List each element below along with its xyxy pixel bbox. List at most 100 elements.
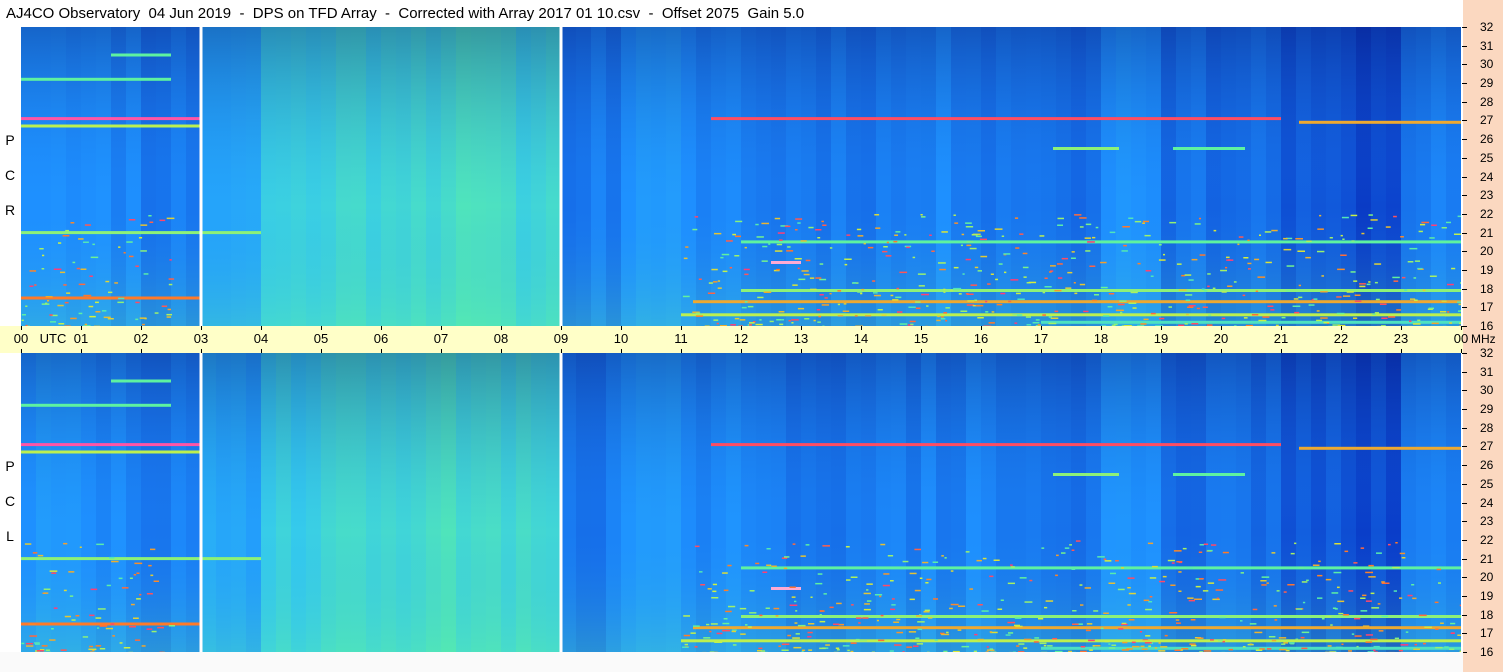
freq-tick-mark: [1462, 232, 1467, 234]
signal-speckle: [1057, 217, 1064, 220]
signal-speckle: [1370, 219, 1378, 221]
signal-speckle: [1005, 634, 1011, 636]
signal-speckle: [21, 314, 26, 316]
signal-speckle: [88, 305, 94, 308]
signal-speckle: [922, 561, 929, 564]
signal-speckle: [1044, 286, 1052, 288]
utc-tick-label: 10: [613, 331, 629, 346]
signal-speckle: [1041, 547, 1045, 549]
signal-speckle: [969, 247, 977, 250]
signal-speckle: [1342, 238, 1345, 240]
signal-speckle: [105, 627, 113, 630]
signal-speckle: [729, 267, 733, 269]
utc-tick-label: 12: [733, 331, 749, 346]
freq-tick-mark: [1462, 633, 1467, 635]
signal-speckle: [49, 314, 53, 316]
utc-tick-label: 09: [553, 331, 569, 346]
signal-speckle: [146, 593, 153, 595]
interference-band: [1053, 473, 1119, 476]
signal-speckle: [1458, 310, 1461, 312]
signal-speckle: [844, 258, 852, 260]
signal-speckle: [83, 294, 92, 297]
signal-speckle: [1022, 266, 1029, 269]
freq-tick-mark: [1462, 64, 1467, 66]
signal-speckle: [1107, 306, 1113, 308]
polarization-letter: L: [6, 528, 14, 544]
freq-tick-label: 16: [1480, 645, 1494, 659]
signal-speckle: [95, 617, 102, 619]
signal-speckle: [890, 608, 896, 611]
signal-speckle: [966, 241, 974, 243]
signal-speckle: [1292, 305, 1301, 307]
signal-speckle: [1199, 217, 1201, 220]
signal-speckle: [994, 228, 1003, 230]
signal-speckle: [925, 582, 929, 584]
signal-speckle: [1396, 309, 1401, 311]
signal-speckle: [41, 268, 45, 270]
signal-speckle: [695, 315, 703, 317]
signal-speckle: [1203, 290, 1208, 292]
signal-speckle: [1413, 277, 1417, 279]
signal-speckle: [112, 635, 115, 637]
signal-speckle: [1227, 285, 1233, 287]
signal-speckle: [1127, 587, 1131, 589]
signal-speckle: [722, 629, 730, 632]
signal-speckle: [1459, 322, 1461, 324]
signal-speckle: [882, 584, 890, 587]
signal-speckle: [792, 637, 800, 639]
freq-tick-mark: [1462, 251, 1467, 253]
signal-speckle: [1435, 646, 1443, 649]
signal-speckle: [865, 315, 872, 317]
signal-speckle: [1024, 638, 1032, 641]
signal-speckle: [80, 268, 87, 270]
signal-speckle: [1261, 584, 1267, 586]
signal-speckle: [1197, 637, 1204, 639]
signal-speckle: [940, 318, 946, 320]
signal-speckle: [866, 589, 869, 591]
signal-speckle: [111, 560, 119, 563]
signal-speckle: [166, 313, 172, 316]
signal-speckle: [1218, 579, 1227, 581]
signal-speckle: [1414, 260, 1420, 262]
signal-speckle: [1039, 235, 1045, 237]
freq-tick-mark: [1462, 101, 1467, 103]
signal-speckle: [1191, 644, 1197, 647]
signal-speckle: [1225, 266, 1228, 269]
signal-speckle: [761, 260, 768, 262]
utc-tick-label: 03: [193, 331, 209, 346]
signal-speckle: [1048, 316, 1052, 318]
signal-speckle: [1393, 215, 1397, 218]
freq-tick-mark: [1462, 307, 1467, 309]
signal-speckle: [1237, 243, 1240, 246]
signal-speckle: [96, 543, 104, 546]
freq-tick-mark: [1462, 614, 1467, 616]
signal-speckle: [1184, 323, 1188, 325]
signal-speckle: [1057, 277, 1063, 279]
signal-speckle: [1188, 599, 1195, 602]
signal-speckle: [802, 649, 806, 652]
signal-speckle: [921, 293, 929, 296]
signal-speckle: [815, 277, 822, 279]
signal-speckle: [1447, 283, 1454, 286]
signal-speckle: [140, 224, 148, 226]
signal-speckle: [136, 572, 140, 574]
signal-speckle: [1017, 298, 1025, 300]
signal-speckle: [1306, 240, 1312, 242]
signal-speckle: [51, 572, 57, 574]
signal-speckle: [84, 323, 88, 326]
signal-speckle: [1323, 321, 1330, 324]
signal-speckle: [58, 323, 65, 325]
signal-speckle: [90, 588, 98, 591]
signal-speckle: [1257, 276, 1266, 278]
utc-tick-mark: [261, 326, 262, 330]
signal-speckle: [1010, 564, 1013, 566]
signal-speckle: [723, 589, 729, 592]
signal-speckle: [1313, 298, 1318, 300]
signal-speckle: [1095, 226, 1099, 229]
signal-speckle: [699, 571, 703, 573]
utc-tick-label: 16: [973, 331, 989, 346]
signal-speckle: [791, 596, 796, 598]
signal-speckle: [1254, 631, 1263, 634]
signal-speckle: [57, 304, 64, 307]
signal-speckle: [825, 644, 830, 646]
